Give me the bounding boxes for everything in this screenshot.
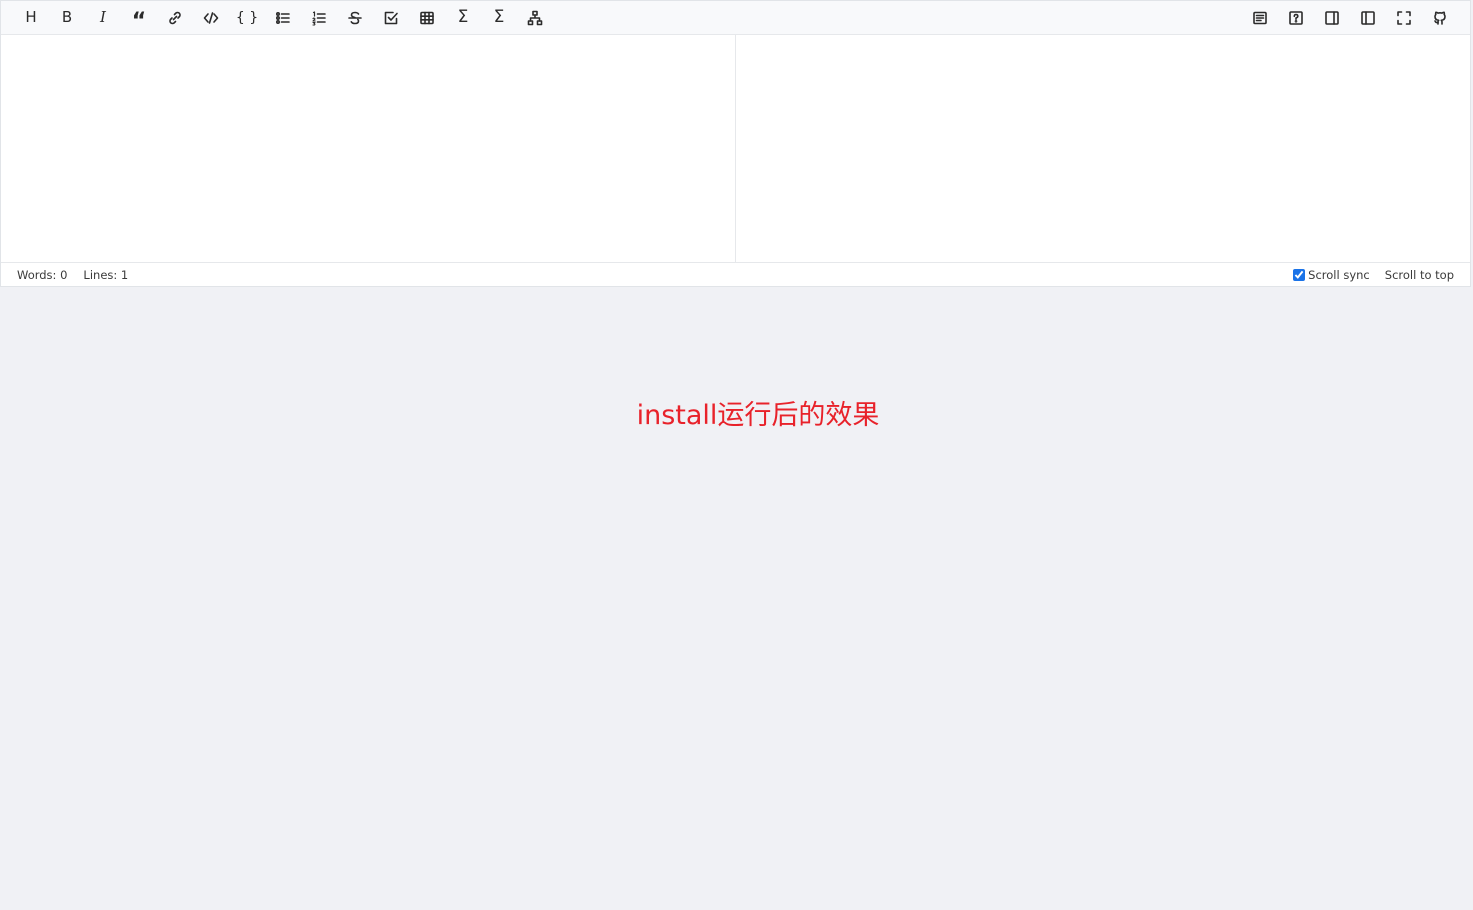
fullscreen-button[interactable] (1386, 4, 1422, 32)
italic-button[interactable]: I (85, 4, 121, 32)
write-only-icon (1361, 10, 1375, 25)
line-count-value: 1 (120, 267, 129, 282)
status-right: Scroll sync Scroll to top (1293, 268, 1454, 282)
help-button[interactable] (1278, 4, 1314, 32)
link-button[interactable] (157, 4, 193, 32)
heading-button[interactable]: H (13, 4, 49, 32)
preview-pane (736, 35, 1470, 262)
scroll-sync-toggle[interactable]: Scroll sync (1293, 268, 1370, 282)
markdown-input-pane[interactable] (1, 35, 736, 262)
scroll-sync-checkbox[interactable] (1293, 268, 1306, 281)
editor-panes (1, 35, 1470, 262)
heading-icon: H (25, 8, 37, 26)
task-list-icon (384, 11, 398, 24)
markdown-editor: H B I “ {} Σ Σ Words: 0 Lines: 1 Scroll… (0, 0, 1471, 287)
link-icon (169, 11, 181, 24)
scroll-sync-label: Scroll sync (1308, 267, 1370, 282)
fullscreen-icon (1397, 10, 1411, 25)
word-count-value: 0 (60, 267, 68, 282)
unordered-list-icon (275, 11, 290, 24)
task-list-button[interactable] (373, 4, 409, 32)
status-left: Words: 0 Lines: 1 (17, 268, 144, 282)
toolbar-left-group: H B I “ {} Σ Σ (1, 4, 565, 32)
quote-button[interactable]: “ (121, 4, 157, 32)
table-icon (420, 11, 434, 24)
ordered-list-button[interactable] (301, 4, 337, 32)
italic-icon: I (100, 8, 106, 26)
status-bar: Words: 0 Lines: 1 Scroll sync Scroll to … (1, 262, 1470, 286)
toc-button[interactable] (1242, 4, 1278, 32)
caption-text: install运行后的效果 (636, 400, 880, 431)
strikethrough-button[interactable] (337, 4, 373, 32)
word-count: Words: 0 (17, 268, 67, 282)
scroll-to-top-button[interactable]: Scroll to top (1385, 268, 1454, 282)
inline-math-button[interactable]: Σ (445, 4, 481, 32)
github-button[interactable] (1422, 4, 1458, 32)
code-block-icon: { } (235, 9, 259, 26)
bold-icon: B (61, 8, 73, 26)
block-math-icon: Σ (493, 7, 505, 27)
toolbar-right-group (1230, 4, 1470, 32)
strikethrough-icon (348, 11, 362, 24)
toc-icon (1253, 11, 1267, 24)
unordered-list-button[interactable] (265, 4, 301, 32)
github-icon (1434, 11, 1446, 25)
markdown-textarea[interactable] (1, 35, 735, 262)
bold-button[interactable]: B (49, 4, 85, 32)
quote-icon: “ (131, 8, 147, 34)
preview-only-button[interactable] (1314, 4, 1350, 32)
help-icon (1289, 10, 1303, 25)
table-button[interactable] (409, 4, 445, 32)
code-block-button[interactable]: { } (229, 4, 265, 32)
line-count: Lines: 1 (83, 268, 128, 282)
preview-only-icon (1325, 10, 1339, 25)
line-count-label: Lines: (83, 267, 118, 282)
mermaid-diagram-icon (527, 10, 543, 25)
word-count-label: Words: (17, 267, 57, 282)
block-math-button[interactable]: Σ (481, 4, 517, 32)
code-icon (203, 11, 219, 24)
write-only-button[interactable] (1350, 4, 1386, 32)
ordered-list-icon (312, 10, 326, 26)
mermaid-diagram-button[interactable] (517, 4, 553, 32)
inline-math-icon: Σ (457, 7, 469, 27)
code-button[interactable] (193, 4, 229, 32)
editor-toolbar: H B I “ {} Σ Σ (1, 1, 1470, 35)
